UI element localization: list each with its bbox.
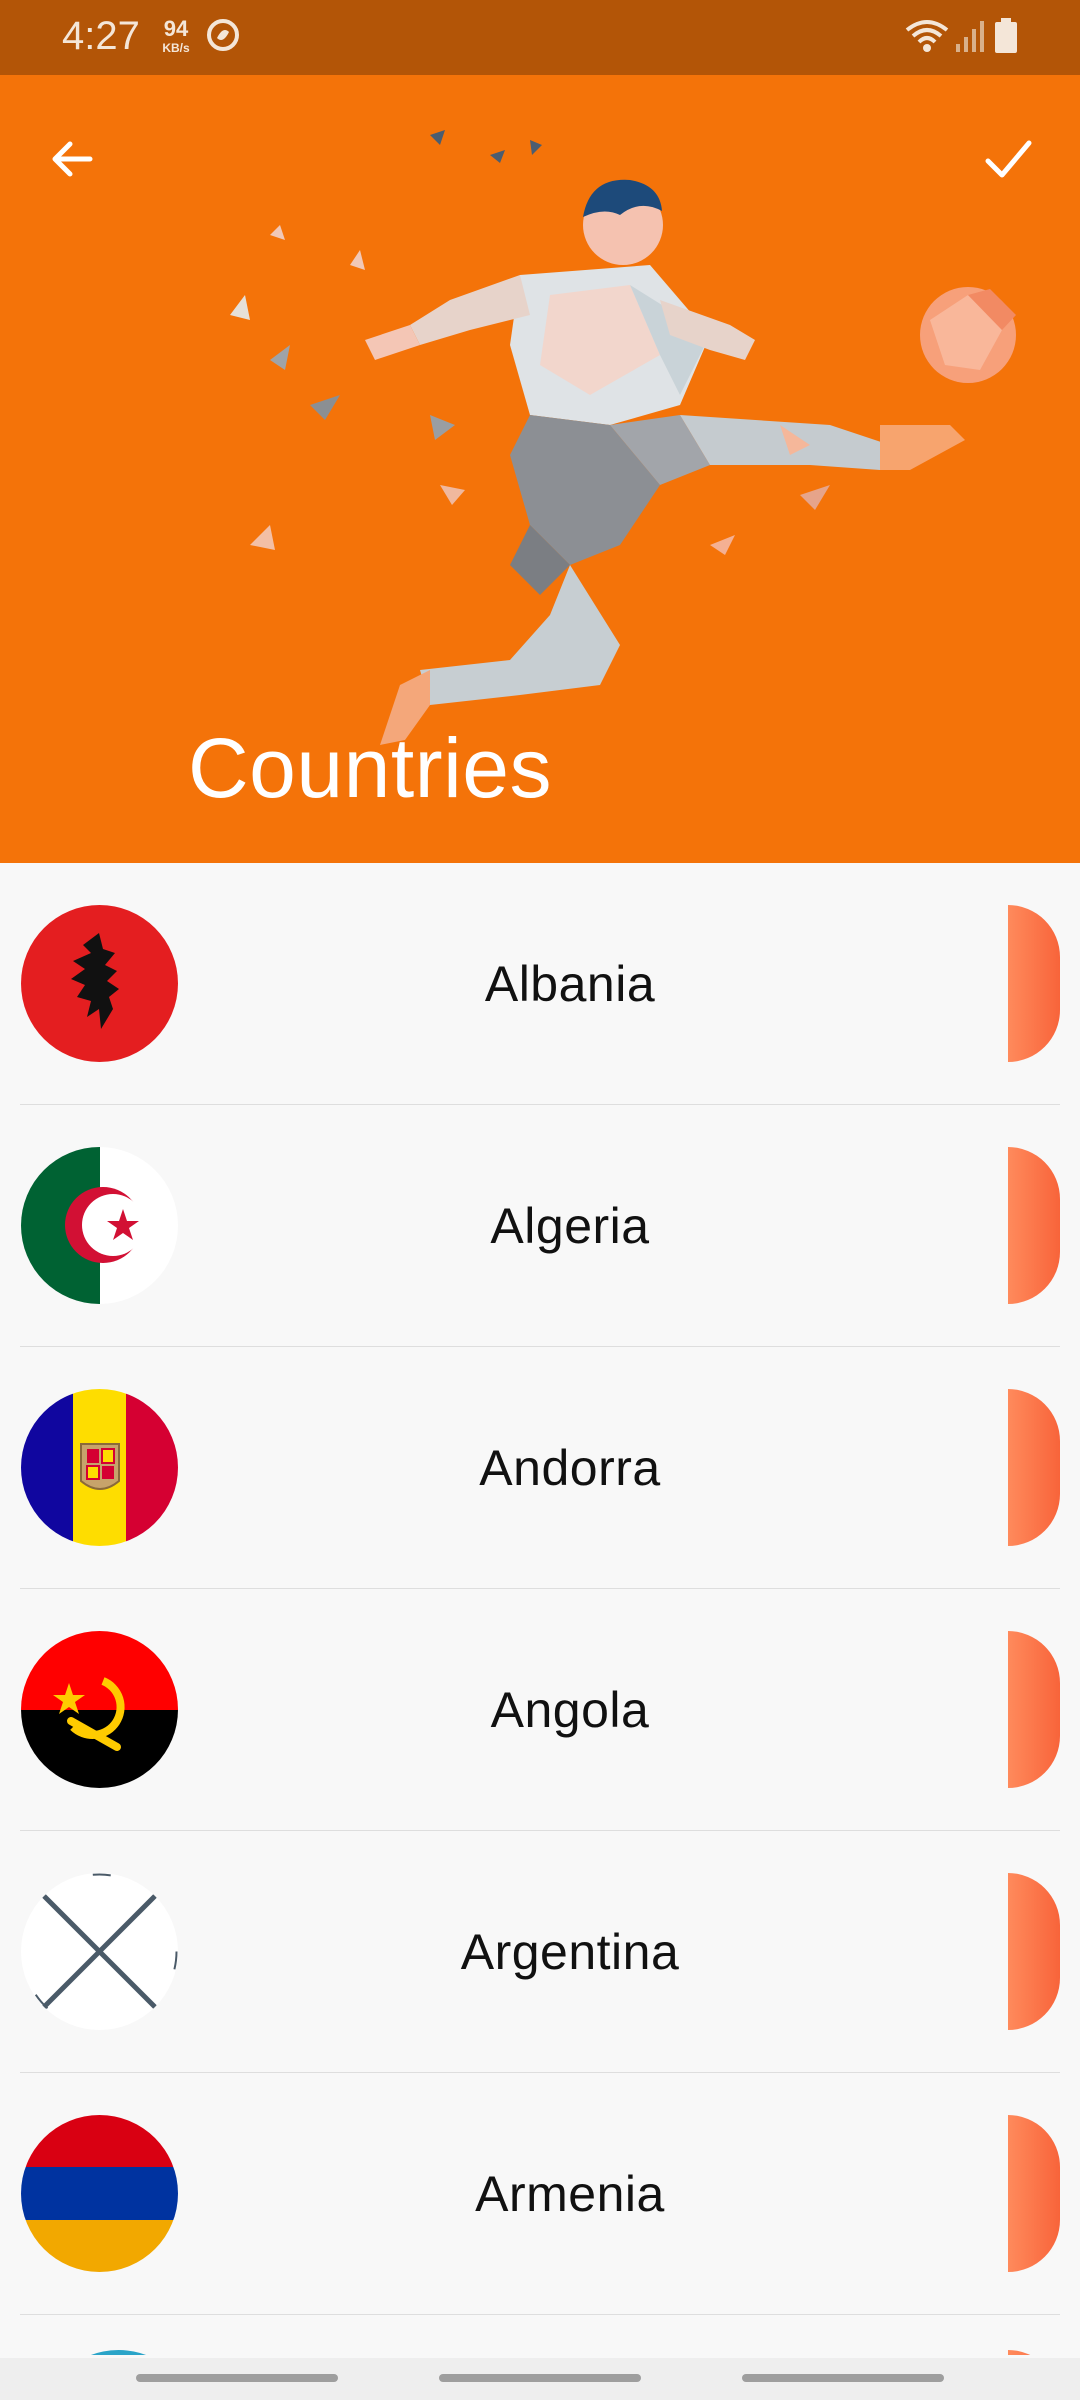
select-tab[interactable] <box>1008 905 1060 1062</box>
soccer-player-illustration <box>230 130 1016 745</box>
list-item-partial[interactable] <box>20 2315 1060 2355</box>
image-placeholder-icon <box>21 1873 178 2030</box>
back-nav-button[interactable] <box>742 2374 944 2382</box>
select-tab[interactable] <box>1008 1631 1060 1788</box>
flag-albania <box>21 905 178 1062</box>
country-name: Angola <box>490 1681 650 1738</box>
country-name: Argentina <box>460 1923 680 1980</box>
algeria-flag-icon <box>21 1147 178 1304</box>
status-time: 4:27 <box>62 14 140 58</box>
arrow-left-icon <box>52 141 93 177</box>
list-item-algeria[interactable]: Algeria <box>20 1105 1060 1347</box>
list-item-angola[interactable]: Angola <box>20 1589 1060 1831</box>
select-tab[interactable] <box>1008 1873 1060 2030</box>
wifi-icon <box>905 20 949 52</box>
flag-andorra <box>21 1389 178 1546</box>
list-item-andorra[interactable]: Andorra <box>20 1347 1060 1589</box>
list-item-armenia[interactable]: Armenia <box>20 2073 1060 2315</box>
angola-flag-icon <box>21 1631 178 1788</box>
header: Countries <box>0 75 1080 863</box>
flag-armenia <box>21 2115 178 2272</box>
flag-argentina <box>21 1873 178 2030</box>
flag-algeria <box>21 1147 178 1304</box>
country-list[interactable]: Albania Algeria Andorra Angola Argentina… <box>0 863 1080 2355</box>
list-item-albania[interactable]: Albania <box>20 863 1060 1105</box>
andorra-flag-icon <box>21 1389 178 1546</box>
select-tab[interactable] <box>1008 1389 1060 1546</box>
app-notification-icon <box>207 19 239 51</box>
albania-flag-icon <box>21 905 178 1062</box>
armenia-flag-icon <box>21 2115 178 2272</box>
network-speed-unit: KB/s <box>162 41 190 55</box>
home-button[interactable] <box>439 2374 641 2382</box>
country-name: Armenia <box>475 2165 665 2222</box>
status-bar: 4:27 94 KB/s <box>0 0 1080 75</box>
select-tab[interactable] <box>1008 2115 1060 2272</box>
network-speed: 94 KB/s <box>156 16 196 55</box>
select-tab[interactable] <box>1008 1147 1060 1304</box>
page-title: Countries <box>188 721 553 815</box>
battery-icon <box>995 18 1017 53</box>
list-item-argentina[interactable]: Argentina <box>20 1831 1060 2073</box>
recent-apps-button[interactable] <box>136 2374 338 2382</box>
flag-angola <box>21 1631 178 1788</box>
signal-icon <box>956 21 984 52</box>
network-speed-value: 94 <box>163 16 189 41</box>
country-name: Albania <box>484 955 656 1012</box>
navigation-bar <box>0 2358 1080 2400</box>
country-name: Algeria <box>490 1197 650 1254</box>
back-button[interactable] <box>36 123 108 195</box>
country-name: Andorra <box>479 1439 661 1496</box>
